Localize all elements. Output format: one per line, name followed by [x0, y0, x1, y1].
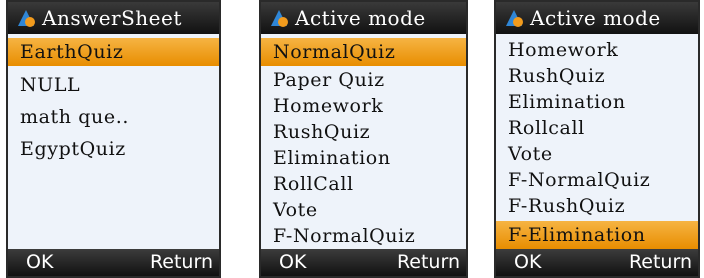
menu-list: Homework RushQuiz Elimination Rollcall V…: [496, 36, 698, 249]
softkey-bar: OK Return: [496, 249, 698, 276]
menu-item[interactable]: math que..: [8, 103, 219, 131]
menu-item[interactable]: Elimination: [496, 88, 698, 116]
ok-softkey[interactable]: OK: [514, 249, 541, 276]
app-logo-icon: [271, 10, 288, 27]
title-bar: AnswerSheet: [8, 2, 219, 34]
menu-item[interactable]: F-NormalQuiz: [496, 166, 698, 194]
return-softkey[interactable]: Return: [397, 249, 460, 276]
menu-item-selected[interactable]: F-Elimination: [496, 221, 698, 249]
title-bar: Active mode: [496, 2, 698, 34]
return-softkey[interactable]: Return: [629, 249, 692, 276]
menu-item[interactable]: Homework: [261, 92, 466, 120]
menu-item-selected[interactable]: EarthQuiz: [8, 38, 219, 66]
title-bar: Active mode: [261, 2, 466, 34]
menu-item[interactable]: RollCall: [261, 170, 466, 198]
menu-item[interactable]: Vote: [261, 196, 466, 224]
menu-list: EarthQuiz NULL math que.. EgyptQuiz: [8, 36, 219, 249]
softkey-bar: OK Return: [261, 249, 466, 276]
return-softkey[interactable]: Return: [150, 249, 213, 276]
menu-item[interactable]: F-NormalQuiz: [261, 222, 466, 250]
phone-screen-active-mode: Active mode NormalQuiz Paper Quiz Homewo…: [259, 0, 468, 278]
menu-item[interactable]: Paper Quiz: [261, 66, 466, 94]
menu-item[interactable]: RushQuiz: [261, 118, 466, 146]
menu-item[interactable]: Vote: [496, 140, 698, 168]
menu-list: NormalQuiz Paper Quiz Homework RushQuiz …: [261, 36, 466, 249]
screen-title: Active mode: [295, 6, 426, 30]
app-logo-icon: [506, 10, 523, 27]
phone-screen-active-mode-scrolled: Active mode Homework RushQuiz Eliminatio…: [494, 0, 700, 278]
phone-screen-answersheet: AnswerSheet EarthQuiz NULL math que.. Eg…: [6, 0, 221, 278]
menu-item-selected[interactable]: NormalQuiz: [261, 38, 466, 66]
screen-title: Active mode: [530, 6, 661, 30]
menu-item[interactable]: F-RushQuiz: [496, 192, 698, 220]
menu-item[interactable]: NULL: [8, 71, 219, 99]
ok-softkey[interactable]: OK: [26, 249, 53, 276]
screen-title: AnswerSheet: [42, 6, 182, 30]
app-logo-icon: [18, 10, 35, 27]
menu-item[interactable]: Homework: [496, 36, 698, 64]
menu-item[interactable]: Elimination: [261, 144, 466, 172]
ok-softkey[interactable]: OK: [279, 249, 306, 276]
menu-item[interactable]: Rollcall: [496, 114, 698, 142]
menu-item[interactable]: EgyptQuiz: [8, 135, 219, 163]
softkey-bar: OK Return: [8, 249, 219, 276]
menu-item[interactable]: RushQuiz: [496, 62, 698, 90]
